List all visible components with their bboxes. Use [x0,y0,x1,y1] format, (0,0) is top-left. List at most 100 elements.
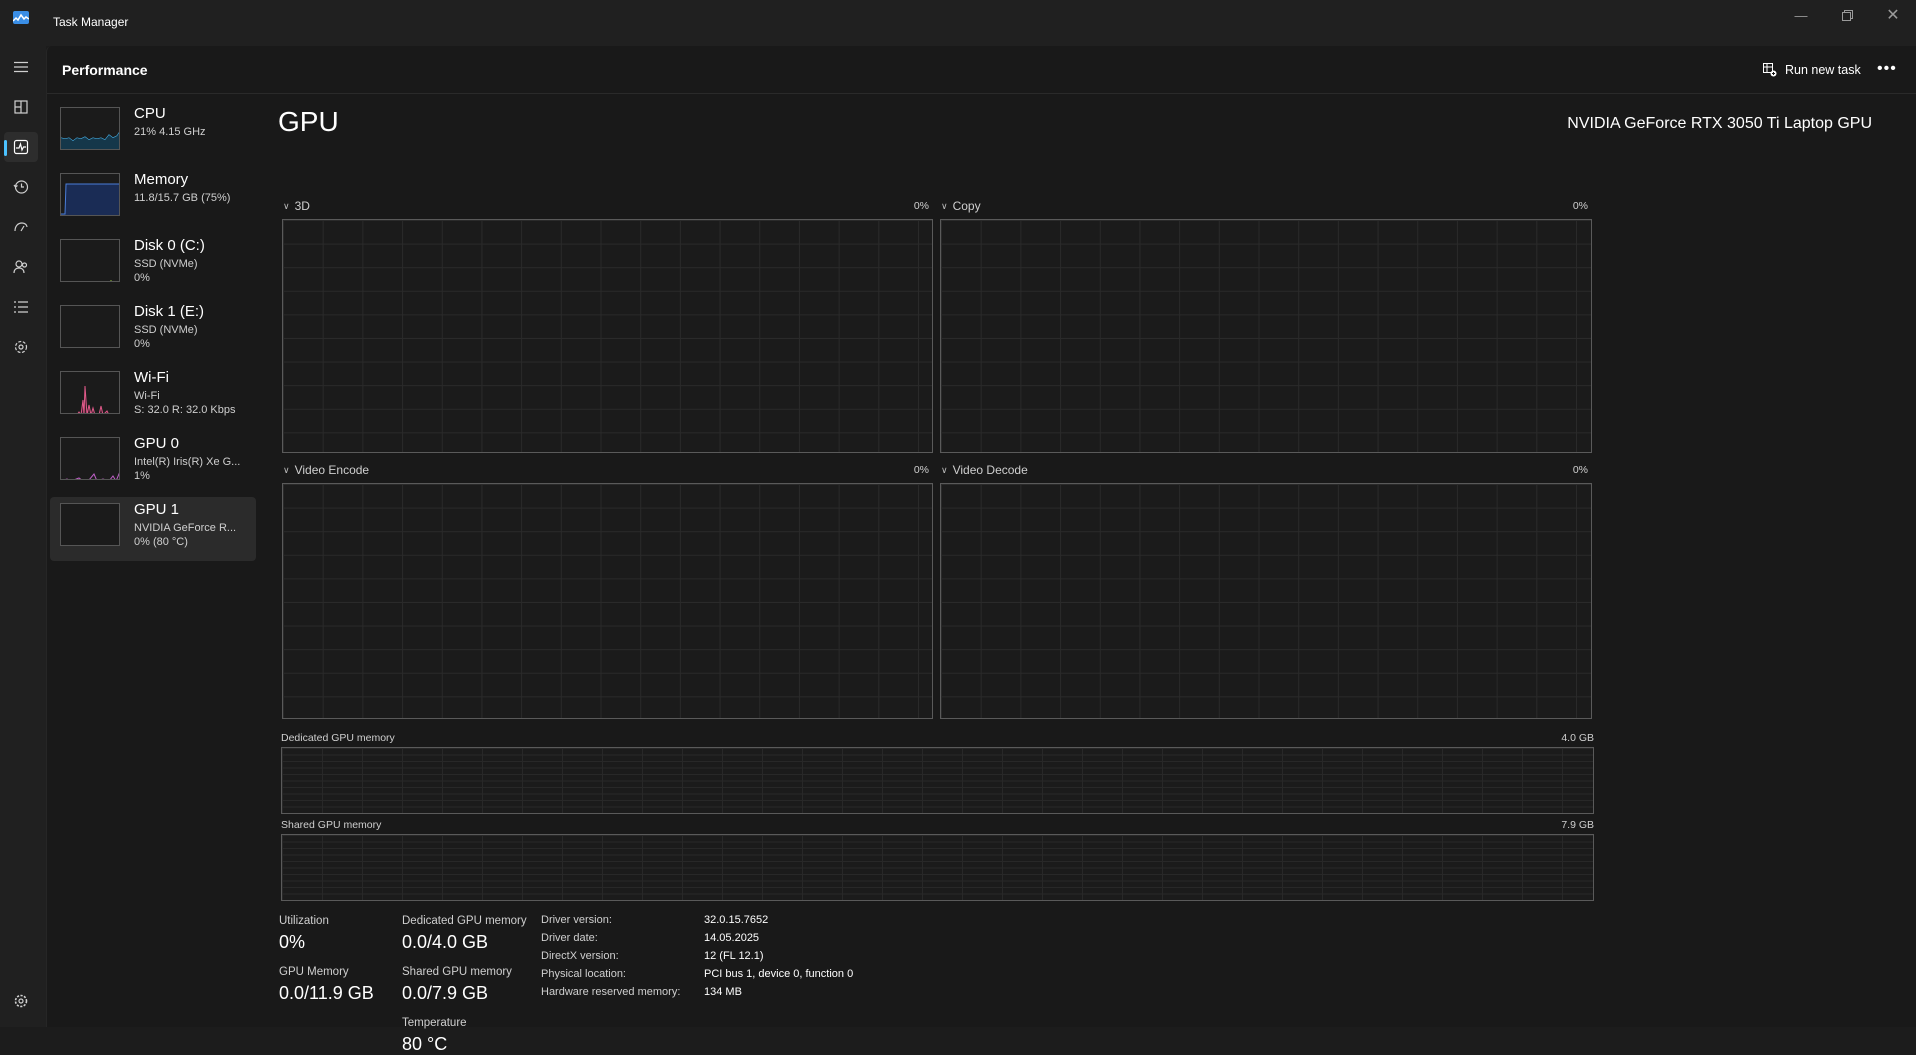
driver-date-key: Driver date: [541,932,598,944]
dedicated-memory-graph-label: Dedicated GPU memory [281,732,395,744]
minimize-icon: — [1794,7,1808,23]
title-bar: Task Manager — ✕ [0,0,1916,46]
gpu-model-name: NVIDIA GeForce RTX 3050 Ti Laptop GPU [1567,115,1872,132]
resource-detail-2: S: 32.0 R: 32.0 Kbps [134,404,236,416]
details-icon [14,301,28,313]
resource-detail: SSD (NVMe) [134,258,198,270]
resource-detail: SSD (NVMe) [134,324,198,336]
nav-users[interactable] [4,252,38,282]
performance-icon [13,139,29,155]
driver-version-value: 32.0.15.7652 [704,914,769,926]
minimize-button[interactable]: — [1778,0,1824,30]
temperature-value: 80 °C [402,1034,448,1054]
engine-copy-percent: 0% [1572,200,1588,212]
startup-apps-icon [14,222,28,232]
restore-icon [1841,9,1853,21]
gpu-1-thumbnail-graph [60,503,120,546]
dedicated-memory-label: Dedicated GPU memory [402,915,527,927]
nav-services[interactable] [4,332,38,362]
disk-1-thumbnail-graph [60,305,120,348]
chevron-down-icon: ∨ [283,201,290,211]
resource-detail-2: 0% [134,272,150,284]
resource-detail: 21% 4.15 GHz [134,126,206,138]
engine-video-encode-percent: 0% [913,464,929,476]
run-new-task-button[interactable]: Run new task [1755,54,1869,86]
dedicated-memory-graph [281,747,1594,814]
engine-copy-selector[interactable]: ∨ Copy [941,199,981,213]
physical-location-value: PCI bus 1, device 0, function 0 [704,968,854,980]
engine-3d-graph [282,219,933,453]
engine-video-encode-graph [282,483,933,719]
engine-3d-label: 3D [294,199,310,213]
resource-name: GPU 0 [134,435,180,452]
shared-memory-label: Shared GPU memory [402,966,512,978]
maximize-button[interactable] [1824,0,1870,30]
more-options-button[interactable]: ••• [1877,60,1897,78]
driver-version-key: Driver version: [541,914,612,926]
nav-processes[interactable] [4,92,38,122]
nav-startup-apps[interactable] [4,212,38,242]
page-title: Performance [62,62,148,78]
hardware-reserved-memory-key: Hardware reserved memory: [541,986,681,998]
nav-performance[interactable] [4,132,38,162]
resource-detail-2: 0% (80 °C) [134,536,188,548]
run-task-icon [1763,63,1777,77]
memory-thumbnail-graph [60,173,120,216]
utilization-label: Utilization [279,915,329,927]
shared-memory-value: 0.0/7.9 GB [402,983,489,1003]
resource-memory[interactable]: Memory 11.8/15.7 GB (75%) [50,167,256,231]
engine-video-decode-percent: 0% [1572,464,1588,476]
task-manager-logo-icon [13,11,29,24]
hamburger-icon [14,61,28,73]
engine-video-encode-selector[interactable]: ∨ Video Encode [283,463,369,477]
resource-detail: Wi-Fi [134,390,160,402]
processes-icon [14,100,28,114]
engine-3d-selector[interactable]: ∨ 3D [283,199,310,213]
gpu-memory-label: GPU Memory [279,966,349,978]
resource-detail: NVIDIA GeForce R... [134,522,237,534]
gpu-0-thumbnail-graph [60,437,120,480]
engine-video-decode-selector[interactable]: ∨ Video Decode [941,463,1028,477]
engine-copy-graph [940,219,1592,453]
resource-gpu-0[interactable]: GPU 0 Intel(R) Iris(R) Xe G... 1% [50,431,256,495]
resource-disk-0[interactable]: Disk 0 (C:) SSD (NVMe) 0% [50,233,256,297]
close-icon: ✕ [1886,7,1900,24]
nav-app-history[interactable] [4,172,38,202]
page-header: Performance Run new task ••• [47,46,1916,94]
directx-version-key: DirectX version: [541,950,619,962]
resource-detail-2: 0% [134,338,150,350]
resource-name: Wi-Fi [134,369,169,386]
physical-location-key: Physical location: [541,968,626,980]
shared-memory-graph [281,834,1594,901]
shared-memory-graph-label: Shared GPU memory [281,819,382,831]
disk-0-thumbnail-graph [60,239,120,282]
dedicated-memory-value: 0.0/4.0 GB [402,932,489,952]
resource-disk-1[interactable]: Disk 1 (E:) SSD (NVMe) 0% [50,299,256,363]
nav-details[interactable] [4,292,38,322]
engine-video-decode-label: Video Decode [952,463,1028,477]
window-title: Task Manager [53,15,129,29]
resource-list: CPU 21% 4.15 GHz Memory 11.8/15.7 GB (75… [50,101,256,563]
run-new-task-label: Run new task [1785,63,1861,77]
resource-wifi[interactable]: Wi-Fi Wi-Fi S: 32.0 R: 32.0 Kbps [50,365,256,429]
engine-video-decode-graph [940,483,1592,719]
temperature-label: Temperature [402,1017,467,1029]
resource-name: GPU 1 [134,501,180,518]
engine-3d-percent: 0% [913,200,929,212]
gpu-title: GPU [278,106,339,137]
hardware-reserved-memory-value: 134 MB [704,986,742,998]
settings-icon [14,994,28,1008]
resource-detail: 11.8/15.7 GB (75%) [134,192,231,204]
chevron-down-icon: ∨ [941,465,948,475]
directx-version-value: 12 (FL 12.1) [704,950,764,962]
cpu-thumbnail-graph [60,107,120,150]
resource-gpu-1[interactable]: GPU 1 NVIDIA GeForce R... 0% (80 °C) [50,497,256,561]
nav-menu-button[interactable] [4,52,38,82]
app-history-icon [13,180,29,194]
services-icon [14,340,28,354]
nav-settings[interactable] [4,986,38,1016]
close-button[interactable]: ✕ [1870,0,1916,30]
utilization-value: 0% [279,932,306,952]
resource-cpu[interactable]: CPU 21% 4.15 GHz [50,101,256,165]
chevron-down-icon: ∨ [283,465,290,475]
